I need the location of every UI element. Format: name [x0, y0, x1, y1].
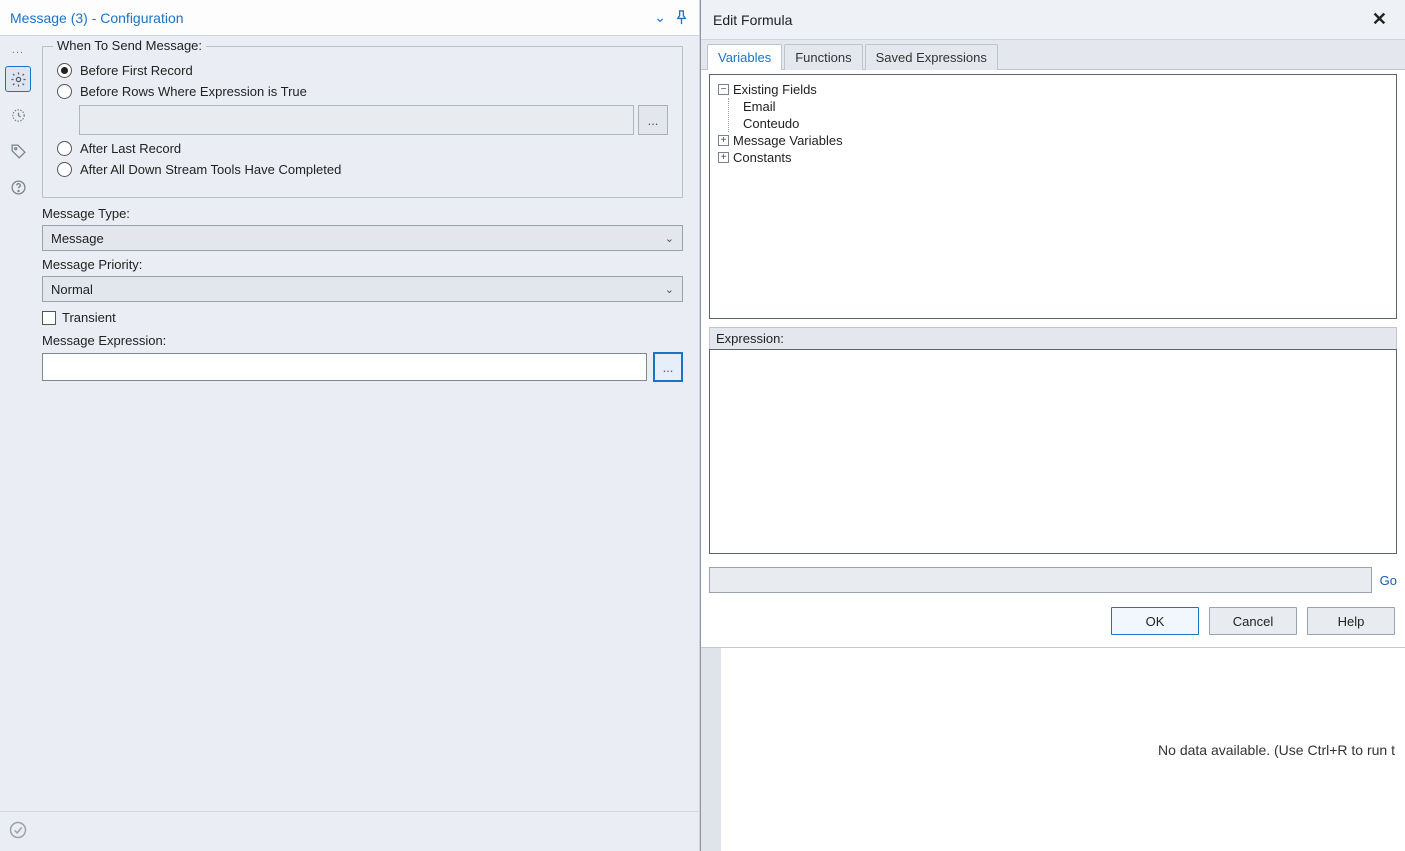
results-area: No data available. (Use Ctrl+R to run t: [701, 647, 1405, 851]
message-expression-label: Message Expression:: [42, 333, 683, 348]
tree-leaf-conteudo[interactable]: Conteudo: [739, 115, 1388, 132]
tag-icon[interactable]: [5, 138, 31, 164]
rail-kebab-menu[interactable]: ...: [12, 44, 24, 56]
config-form: When To Send Message: Before First Recor…: [36, 36, 699, 811]
radio-label: Before Rows Where Expression is True: [80, 84, 307, 99]
transient-checkbox[interactable]: Transient: [42, 310, 683, 325]
tree-collapse-icon[interactable]: −: [718, 84, 729, 95]
radio-indicator: [57, 141, 72, 156]
chevron-down-icon: ⌄: [665, 232, 674, 245]
ok-button[interactable]: OK: [1111, 607, 1199, 635]
help-button[interactable]: Help: [1307, 607, 1395, 635]
radio-label: After All Down Stream Tools Have Complet…: [80, 162, 341, 177]
go-button[interactable]: Go: [1380, 573, 1397, 588]
rows-expression-input[interactable]: [79, 105, 634, 135]
gear-icon[interactable]: [5, 66, 31, 92]
dialog-button-row: OK Cancel Help: [701, 593, 1405, 647]
when-to-send-legend: When To Send Message:: [53, 38, 206, 53]
tree-expand-icon[interactable]: +: [718, 135, 729, 146]
edit-formula-dialog: Edit Formula ✕ Variables Functions Saved…: [700, 0, 1405, 851]
tree-node-label: Existing Fields: [733, 82, 817, 97]
tree-node-label: Constants: [733, 150, 792, 165]
tree-node-label: Message Variables: [733, 133, 843, 148]
tree-node-constants[interactable]: + Constants: [718, 149, 1388, 166]
dialog-tabs: Variables Functions Saved Expressions: [701, 40, 1405, 70]
config-side-rail: ...: [0, 36, 36, 811]
tab-saved-expressions[interactable]: Saved Expressions: [865, 44, 998, 70]
configuration-panel: Message (3) - Configuration ⌄ ...: [0, 0, 700, 851]
tree-leaf-label: Conteudo: [743, 116, 799, 131]
message-type-label: Message Type:: [42, 206, 683, 221]
message-type-value: Message: [51, 231, 104, 246]
variables-tree[interactable]: − Existing Fields Email Conteudo + Messa…: [709, 74, 1397, 319]
refresh-icon[interactable]: [5, 102, 31, 128]
cancel-button[interactable]: Cancel: [1209, 607, 1297, 635]
tree-leaf-email[interactable]: Email: [739, 98, 1388, 115]
validation-ok-icon: [8, 820, 28, 843]
results-gutter: [701, 648, 721, 851]
expression-textarea[interactable]: [709, 349, 1397, 554]
radio-indicator: [57, 63, 72, 78]
config-panel-header: Message (3) - Configuration ⌄: [0, 0, 699, 36]
tree-leaf-label: Email: [743, 99, 776, 114]
dialog-close-button[interactable]: ✕: [1366, 7, 1393, 32]
radio-before-rows-expression[interactable]: Before Rows Where Expression is True: [57, 84, 668, 99]
radio-indicator: [57, 162, 72, 177]
help-icon[interactable]: [5, 174, 31, 200]
message-priority-value: Normal: [51, 282, 93, 297]
message-priority-select[interactable]: Normal ⌄: [42, 276, 683, 302]
results-status-text: No data available. (Use Ctrl+R to run t: [721, 648, 1405, 851]
checkbox-indicator: [42, 311, 56, 325]
radio-before-first-record[interactable]: Before First Record: [57, 63, 668, 78]
radio-label: Before First Record: [80, 63, 193, 78]
dialog-header: Edit Formula ✕: [701, 0, 1405, 40]
rows-expression-ellipsis-button[interactable]: ...: [638, 105, 668, 135]
config-panel-footer: [0, 811, 699, 851]
radio-after-last-record[interactable]: After Last Record: [57, 141, 668, 156]
tab-functions[interactable]: Functions: [784, 44, 862, 70]
collapse-panel-button[interactable]: ⌄: [654, 9, 666, 26]
radio-label: After Last Record: [80, 141, 181, 156]
chevron-down-icon: ⌄: [665, 283, 674, 296]
when-to-send-group: When To Send Message: Before First Recor…: [42, 46, 683, 198]
expression-label: Expression:: [709, 327, 1397, 349]
message-expression-ellipsis-button[interactable]: ...: [653, 352, 683, 382]
message-priority-label: Message Priority:: [42, 257, 683, 272]
radio-indicator: [57, 84, 72, 99]
tree-node-message-variables[interactable]: + Message Variables: [718, 132, 1388, 149]
message-type-select[interactable]: Message ⌄: [42, 225, 683, 251]
tree-expand-icon[interactable]: +: [718, 152, 729, 163]
radio-after-downstream[interactable]: After All Down Stream Tools Have Complet…: [57, 162, 668, 177]
preview-input[interactable]: [709, 567, 1372, 593]
pin-icon[interactable]: [674, 10, 689, 25]
transient-label: Transient: [62, 310, 116, 325]
tree-node-existing-fields[interactable]: − Existing Fields: [718, 81, 1388, 98]
tab-variables[interactable]: Variables: [707, 44, 782, 70]
config-panel-title: Message (3) - Configuration: [10, 10, 184, 26]
dialog-title: Edit Formula: [713, 12, 792, 28]
message-expression-input[interactable]: [42, 353, 647, 381]
